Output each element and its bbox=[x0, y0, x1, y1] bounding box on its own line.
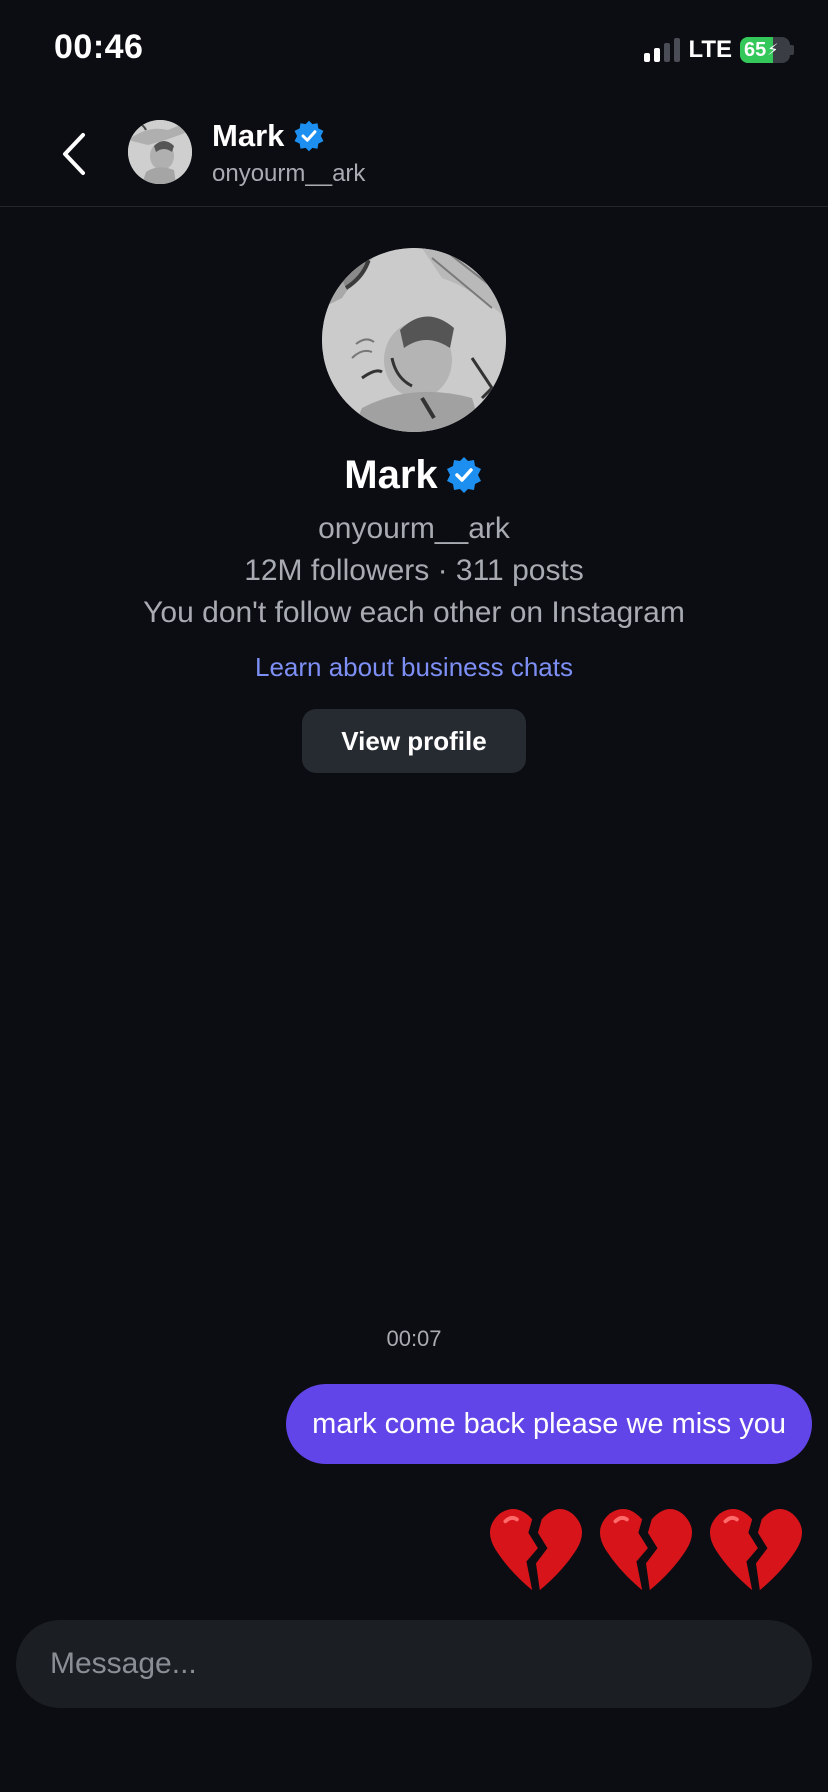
view-profile-button[interactable]: View profile bbox=[302, 709, 526, 773]
status-time: 00:46 bbox=[54, 28, 144, 66]
broken-heart-icon bbox=[599, 1509, 693, 1591]
profile-name: Mark bbox=[344, 452, 438, 497]
battery-percent: 65 bbox=[744, 38, 767, 61]
business-chats-link[interactable]: Learn about business chats bbox=[255, 652, 573, 683]
avatar-sketch-icon bbox=[322, 248, 506, 432]
message-timestamp: 00:07 bbox=[386, 1326, 442, 1351]
network-type: LTE bbox=[688, 36, 732, 63]
verified-badge-icon bbox=[446, 457, 481, 493]
emoji-message[interactable] bbox=[488, 1506, 804, 1594]
profile-stats: 12M followers · 311 posts bbox=[244, 554, 584, 587]
chevron-left-icon bbox=[63, 133, 85, 175]
status-indicators: LTE 65 ⚡ bbox=[644, 36, 794, 64]
battery-icon: 65 ⚡ bbox=[740, 37, 794, 63]
chat-header: Mark onyourm__ark bbox=[0, 100, 828, 207]
header-username: onyourm__ark bbox=[212, 160, 366, 187]
header-avatar[interactable] bbox=[128, 120, 192, 184]
message-input[interactable] bbox=[16, 1620, 812, 1708]
profile-avatar[interactable] bbox=[322, 248, 506, 432]
message-composer bbox=[16, 1620, 812, 1708]
header-name-row[interactable]: Mark bbox=[212, 118, 326, 154]
outgoing-message-bubble[interactable]: mark come back please we miss you bbox=[286, 1384, 812, 1464]
broken-heart-icon bbox=[489, 1509, 583, 1591]
profile-follow-note: You don't follow each other on Instagram bbox=[143, 596, 685, 629]
status-bar: 00:46 LTE 65 ⚡ bbox=[0, 0, 828, 100]
verified-badge-icon bbox=[294, 120, 324, 152]
charging-icon: ⚡ bbox=[767, 42, 779, 59]
signal-icon bbox=[644, 38, 681, 62]
back-button[interactable] bbox=[44, 124, 104, 184]
header-name: Mark bbox=[212, 118, 285, 153]
profile-username: onyourm__ark bbox=[318, 512, 510, 545]
avatar-sketch-icon bbox=[128, 120, 192, 184]
profile-card: Mark onyourm__ark 12M followers · 311 po… bbox=[0, 248, 828, 773]
profile-name-row: Mark bbox=[344, 450, 483, 500]
broken-heart-icon bbox=[709, 1509, 803, 1591]
chat-screen: 00:46 LTE 65 ⚡ Mark onyourm__ark Mark on… bbox=[0, 0, 828, 1792]
